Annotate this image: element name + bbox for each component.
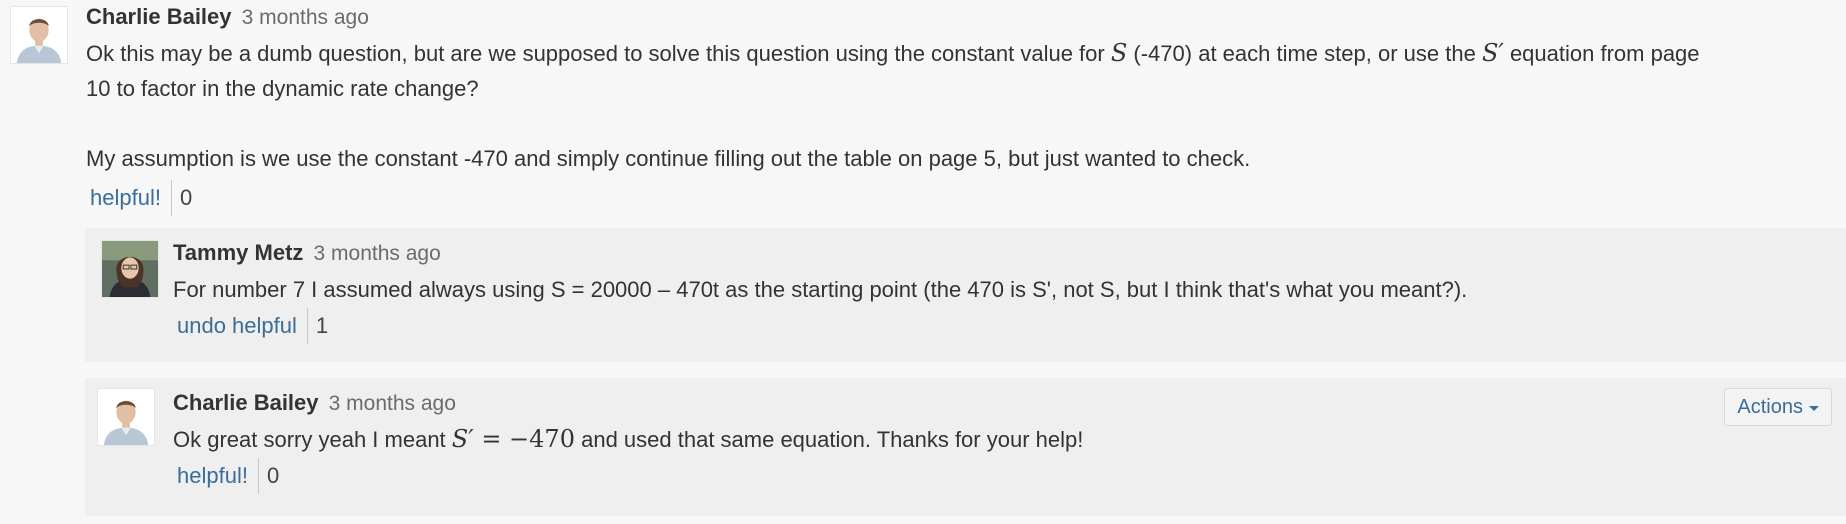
comment-header: Charlie Bailey 3 months ago xyxy=(86,2,369,33)
helpful-button[interactable]: helpful! xyxy=(173,458,258,494)
comment-line-1: Ok this may be a dumb question, but are … xyxy=(86,36,1836,71)
reply-text: Ok great sorry yeah I meant xyxy=(173,427,446,452)
author-name[interactable]: Charlie Bailey xyxy=(86,4,232,29)
timestamp: 3 months ago xyxy=(313,242,441,265)
comment-line-3: My assumption is we use the constant -47… xyxy=(86,146,1251,171)
avatar[interactable] xyxy=(101,240,159,298)
timestamp: 3 months ago xyxy=(241,6,369,29)
math-symbol: S xyxy=(1110,39,1128,67)
avatar-image xyxy=(102,241,158,297)
avatar[interactable] xyxy=(97,388,155,446)
vote-row: helpful! 0 xyxy=(173,458,279,494)
math-equation: = −470 xyxy=(473,425,575,453)
comment-text: equation from page xyxy=(1503,41,1700,66)
helpful-count: 1 xyxy=(315,313,329,338)
reply: Charlie Bailey 3 months ago Ok great sor… xyxy=(85,378,1846,516)
vote-row: undo helpful 1 xyxy=(173,308,328,344)
author-name[interactable]: Charlie Bailey xyxy=(173,390,319,415)
reply-header: Charlie Bailey 3 months ago xyxy=(173,388,456,419)
comment-spacer xyxy=(86,106,1836,141)
caret-down-icon xyxy=(1809,405,1819,411)
avatar-image xyxy=(11,7,67,63)
helpful-button[interactable]: helpful! xyxy=(86,180,171,216)
reply-body: For number 7 I assumed always using S = … xyxy=(173,277,1468,302)
actions-label: Actions xyxy=(1737,396,1803,418)
comment-body: Ok this may be a dumb question, but are … xyxy=(86,36,1836,176)
reply: Tammy Metz 3 months ago For number 7 I a… xyxy=(85,228,1846,362)
timestamp: 3 months ago xyxy=(328,392,456,415)
comment-text: (-470) at each time step, or use the xyxy=(1127,41,1476,66)
author-name[interactable]: Tammy Metz xyxy=(173,240,303,265)
comment: Charlie Bailey 3 months ago Ok this may … xyxy=(0,0,1846,226)
reply-text: and used that same equation. Thanks for … xyxy=(574,427,1084,452)
undo-helpful-button[interactable]: undo helpful xyxy=(173,308,307,344)
reply-header: Tammy Metz 3 months ago xyxy=(173,238,441,269)
comment-thread: Charlie Bailey 3 months ago Ok this may … xyxy=(0,0,1846,524)
math-symbol: S′ xyxy=(451,425,474,453)
reply-body: Ok great sorry yeah I meant S′ = −470 an… xyxy=(173,422,1083,457)
helpful-count: 0 xyxy=(266,463,280,488)
comment-line-2: 10 to factor in the dynamic rate change? xyxy=(86,76,479,101)
avatar-image xyxy=(98,389,154,445)
comment-text: Ok this may be a dumb question, but are … xyxy=(86,41,1105,66)
actions-dropdown-button[interactable]: Actions xyxy=(1724,388,1832,426)
avatar[interactable] xyxy=(10,6,68,64)
math-symbol: S′ xyxy=(1481,39,1504,67)
helpful-count: 0 xyxy=(179,185,193,210)
vote-row: helpful! 0 xyxy=(86,180,192,216)
